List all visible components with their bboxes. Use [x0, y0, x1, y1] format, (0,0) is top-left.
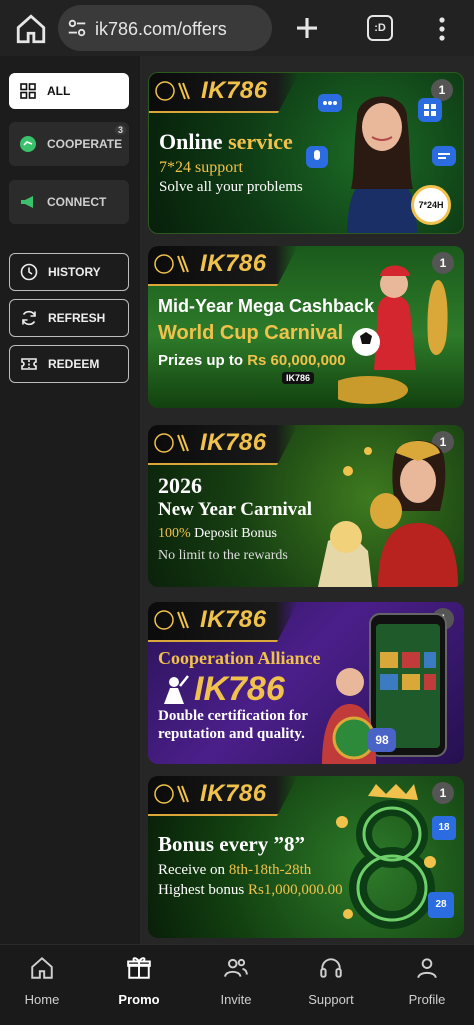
browser-toolbar: ik786.com/offers :D: [0, 0, 474, 56]
history-button[interactable]: HISTORY: [9, 253, 129, 291]
offer-banner-new-year[interactable]: IK786 1 2026 New Year Carnival 100% Depo…: [148, 425, 464, 587]
banner-subtitle: World Cup Carnival: [158, 322, 344, 344]
banner-brand-large: IK786: [194, 670, 285, 708]
home-icon: [31, 956, 53, 979]
refresh-label: REFRESH: [48, 311, 106, 325]
banner-subtitle: 100% Deposit Bonus: [158, 526, 278, 541]
url-text: ik786.com/offers: [95, 19, 227, 39]
banner-year: 2026: [158, 473, 202, 498]
ticket-icon: [20, 355, 38, 373]
festival-lady-illustration: [318, 440, 458, 587]
nav-home-label: Home: [24, 992, 60, 1007]
handshake-icon: [19, 135, 37, 153]
cricket-logo-icon: [155, 81, 190, 101]
refresh-icon: [20, 309, 38, 327]
gift-icon: [127, 957, 151, 979]
banner-description: Prizes up to Rs 60,000,000: [158, 352, 346, 369]
cricket-logo-icon: [154, 784, 189, 804]
nav-home[interactable]: Home: [2, 955, 82, 1007]
banner-title: Cooperation Alliance: [158, 648, 321, 668]
category-all-button[interactable]: ALL: [9, 73, 129, 109]
message-icon: [432, 146, 456, 166]
nav-promo[interactable]: Promo: [99, 955, 179, 1007]
offer-banner-bonus-8[interactable]: IK786 1 Bonus every ”8” Receive on 8th-1…: [148, 776, 464, 938]
profile-icon: [417, 958, 437, 979]
nav-support-label: Support: [308, 992, 354, 1007]
calendar-28-icon: 28: [428, 892, 454, 918]
address-bar[interactable]: ik786.com/offers: [58, 5, 272, 51]
more-menu-icon[interactable]: [432, 14, 452, 44]
history-label: HISTORY: [48, 265, 101, 279]
nav-profile[interactable]: Profile: [387, 955, 467, 1007]
category-cooperate-button[interactable]: COOPERATE 3: [9, 122, 129, 166]
clock-icon: [20, 263, 38, 281]
banner-description: Solve all your problems: [159, 179, 303, 195]
brand-logo-text: IK786: [200, 250, 267, 277]
category-sidebar: ALL COOPERATE 3 CONNECT HISTORY REFRESH …: [0, 56, 140, 944]
banner-description-line2: reputation and quality.: [158, 726, 305, 742]
redeem-button[interactable]: REDEEM: [9, 345, 129, 383]
24h-support-badge: 7*24H: [411, 185, 451, 225]
offer-banner-online-service[interactable]: IK786 1 Online service 7*24 support Solv…: [148, 72, 464, 234]
megaphone-icon: [19, 193, 37, 211]
banner-description: No limit to the rewards: [158, 548, 288, 563]
new-tab-icon[interactable]: [292, 12, 322, 44]
home-icon[interactable]: [14, 12, 48, 46]
cricket-logo-icon: [154, 433, 189, 453]
nav-invite-label: Invite: [220, 992, 252, 1007]
headset-icon: [320, 958, 342, 978]
football-player-illustration: [338, 265, 448, 404]
ik786-tag: IK786: [282, 372, 315, 384]
nav-invite[interactable]: Invite: [196, 955, 276, 1007]
microphone-icon: [306, 146, 328, 168]
cooperate-count-badge: 3: [114, 125, 126, 135]
category-connect-button[interactable]: CONNECT: [9, 180, 129, 224]
brand-logo-text: IK786: [200, 429, 267, 456]
chip-98-badge: 98: [368, 728, 396, 752]
window-app-icon: [418, 98, 442, 122]
refresh-button[interactable]: REFRESH: [9, 299, 129, 337]
banner-title: Online service: [159, 129, 293, 154]
calendar-18-icon: 18: [432, 816, 456, 840]
banner-subtitle: 7*24 support: [159, 159, 243, 176]
cricket-logo-icon: [154, 254, 189, 274]
banner-description: Highest bonus Rs1,000,000.00: [158, 882, 343, 898]
brand-logo-strip: IK786: [148, 602, 298, 642]
cricket-logo-icon: [154, 610, 189, 630]
redeem-label: REDEEM: [48, 357, 100, 371]
offer-banner-cooperation[interactable]: IK786 1 Cooperation Alliance IK786 Doubl…: [148, 602, 464, 764]
offer-banner-world-cup[interactable]: IK786 1 Mid-Year Mega Cashback World Cup…: [148, 246, 464, 408]
nav-promo-label: Promo: [118, 992, 160, 1007]
nav-support[interactable]: Support: [291, 955, 371, 1007]
brand-logo-strip: IK786: [148, 246, 298, 286]
brand-logo-text: IK786: [201, 77, 268, 104]
chat-bubble-icon: [318, 94, 342, 112]
nav-profile-label: Profile: [408, 992, 446, 1007]
brand-logo-strip: IK786: [149, 73, 299, 113]
invite-icon: [224, 958, 248, 977]
site-settings-icon[interactable]: [66, 17, 88, 39]
banner-description-line1: Double certification for: [158, 708, 308, 724]
banner-subtitle: Receive on 8th-18th-28th: [158, 862, 312, 878]
cricketer-emblem-icon: [164, 675, 189, 704]
brand-logo-text: IK786: [200, 606, 267, 633]
grid-icon: [19, 82, 37, 100]
brand-logo-strip: IK786: [148, 425, 298, 465]
category-cooperate-label: COOPERATE: [47, 137, 123, 151]
tab-switcher-button[interactable]: :D: [367, 15, 393, 41]
brand-logo-text: IK786: [200, 780, 267, 807]
brand-logo-strip: IK786: [148, 776, 298, 816]
category-all-label: ALL: [47, 84, 71, 98]
banner-title: Bonus every ”8”: [158, 832, 305, 856]
bottom-navigation: Home Promo Invite Support Profile: [0, 944, 474, 1025]
banner-title: New Year Carnival: [158, 499, 313, 520]
category-connect-label: CONNECT: [47, 195, 107, 209]
